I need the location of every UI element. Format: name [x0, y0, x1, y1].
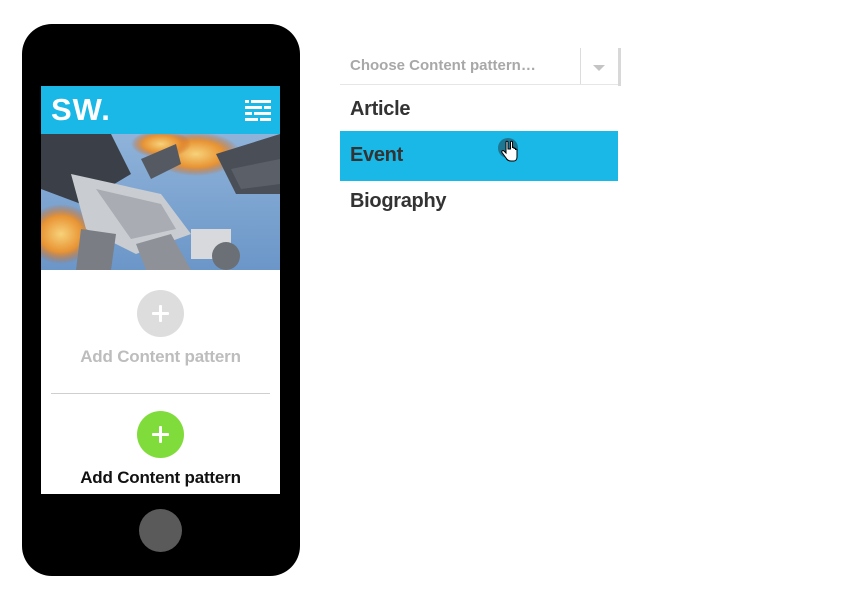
add-content-label[interactable]: Add Content pattern — [41, 468, 280, 488]
phone-screen: SW. Add Content pattern Add Content patt… — [41, 86, 280, 494]
content-pattern-select[interactable]: Choose Content pattern… — [340, 48, 621, 86]
home-button[interactable] — [139, 509, 182, 552]
logo: SW. — [51, 92, 111, 127]
add-content-button[interactable] — [137, 411, 184, 458]
option-label: Article — [350, 98, 411, 120]
option-event[interactable]: Event — [340, 131, 618, 181]
app-header: SW. — [41, 86, 280, 134]
add-content-label-disabled: Add Content pattern — [80, 347, 241, 366]
content-pattern-dropdown: Choose Content pattern… Article Event Bi… — [340, 48, 621, 212]
add-block-active: Add Content pattern — [41, 411, 280, 488]
select-toggle[interactable] — [581, 48, 621, 86]
hero-image — [41, 134, 280, 270]
hero-illustration — [41, 134, 280, 270]
option-article[interactable]: Article — [340, 85, 618, 135]
hand-pointer-icon — [498, 138, 518, 162]
select-placeholder: Choose Content pattern… — [350, 57, 536, 74]
menu-icon[interactable] — [245, 99, 271, 121]
option-label: Biography — [350, 190, 447, 212]
add-block-disabled: Add Content pattern — [41, 290, 280, 367]
option-label: Event — [350, 144, 403, 166]
option-biography[interactable]: Biography — [340, 177, 618, 227]
divider — [51, 393, 270, 394]
plus-icon — [137, 290, 184, 337]
chevron-down-icon — [593, 65, 605, 71]
